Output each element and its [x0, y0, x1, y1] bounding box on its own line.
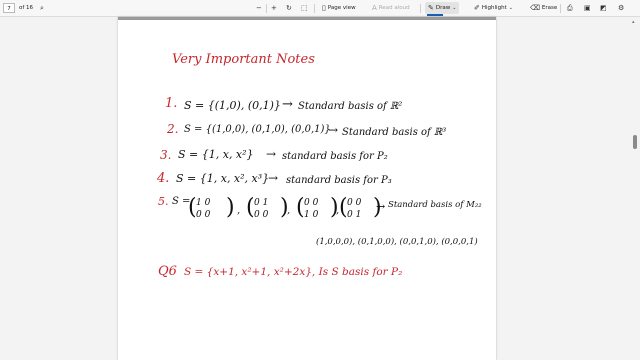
item-description: Standard basis of ℝ² [298, 101, 403, 112]
highlight-icon: ✐ [474, 4, 480, 12]
arrow-icon: → [282, 97, 293, 112]
vertical-scrollbar[interactable]: ▴ [630, 17, 640, 360]
item-set: S = {1, x, x²} [178, 148, 254, 161]
item-number: 5. [158, 195, 169, 208]
read-aloud-label: Read aloud [378, 5, 410, 11]
erase-icon: ⌫ [530, 4, 540, 12]
item-number: 2. [167, 122, 179, 136]
matrix-e21: ( 0 0 1 0 ) [296, 195, 339, 221]
page-view-icon: ▯ [322, 4, 326, 12]
item-description: Standard basis of M₂₂ [388, 200, 482, 210]
save-icon: ▣ [584, 4, 591, 12]
matrix-e12: ( 0 1 0 0 ) [246, 195, 289, 221]
zoom-in-button[interactable]: + [271, 2, 277, 14]
toolbar-divider [266, 4, 267, 13]
previous-page-edge [118, 17, 496, 20]
question-label: Q6 [158, 264, 177, 279]
erase-button[interactable]: ⌫ Erase [530, 2, 557, 14]
page-number-input[interactable]: 7 [3, 3, 15, 13]
highlight-label: Highlight [481, 5, 507, 11]
rotate-icon: ↻ [286, 4, 292, 12]
draw-label: Draw [435, 5, 451, 11]
pdf-page [118, 17, 496, 360]
scroll-up-icon[interactable]: ▴ [632, 19, 635, 25]
read-aloud-icon: A [372, 4, 377, 12]
rotate-button[interactable]: ↻ [286, 2, 292, 14]
item-number: 4. [157, 171, 170, 186]
chevron-down-icon[interactable]: ⌄ [452, 2, 456, 14]
arrow-icon: → [268, 171, 279, 185]
page-view-label: Page view [327, 5, 356, 11]
page-count-label: of 16 [19, 5, 34, 11]
save-as-button[interactable]: ◩ [600, 2, 607, 14]
notes-title: Very Important Notes [172, 52, 315, 67]
toolbar-divider [420, 4, 421, 13]
arrow-icon: → [376, 200, 386, 213]
item-description: standard basis for P₃ [286, 175, 392, 186]
item-set: S = {(1,0), (0,1)} [184, 99, 281, 112]
settings-icon: ⚙ [618, 4, 625, 12]
page-view-button[interactable]: ▯ Page view [322, 2, 356, 14]
separator-comma: , [237, 205, 241, 216]
plus-icon: + [271, 4, 277, 12]
zoom-out-button[interactable]: − [256, 2, 262, 14]
item-number: 3. [160, 148, 172, 162]
matrix-tuples: (1,0,0,0), (0,1,0,0), (0,0,1,0), (0,0,0,… [316, 237, 478, 247]
print-button[interactable]: ⎙ [567, 2, 573, 14]
scrollbar-thumb[interactable] [633, 135, 637, 149]
print-icon: ⎙ [567, 4, 573, 12]
minus-icon: − [256, 4, 262, 12]
separator-comma: , [287, 205, 291, 216]
page-count: of 16 [19, 2, 33, 14]
item-set: S = {(1,0,0), (0,1,0), (0,0,1)} [184, 124, 331, 135]
toolbar-divider [560, 4, 561, 13]
item-number: 1. [165, 96, 178, 111]
arrow-icon: → [328, 123, 339, 137]
read-aloud-button[interactable]: A Read aloud [372, 2, 410, 14]
draw-icon: ✎ [428, 4, 434, 12]
matrix-e11: ( 1 0 0 0 ) [188, 195, 235, 221]
question-text: S = {x+1, x²+1, x²+2x}, Is S basis for P… [184, 266, 403, 278]
item-description: standard basis for P₂ [282, 151, 388, 162]
matrix-e22: ( 0 0 0 1 ) [339, 195, 382, 221]
save-button[interactable]: ▣ [584, 2, 591, 14]
fit-page-icon: ⬚ [301, 4, 308, 12]
erase-label: Erase [541, 5, 558, 11]
save-as-icon: ◩ [600, 4, 607, 12]
item-set: S = {1, x, x², x³} [176, 172, 270, 185]
settings-button[interactable]: ⚙ [618, 2, 624, 14]
highlight-button[interactable]: ✐ Highlight ⌄ [474, 2, 513, 14]
pdf-toolbar: 7 of 16 ⌕ − + ↻ ⬚ ▯ Page view A Read aloud… [0, 0, 640, 17]
toolbar-divider [314, 4, 315, 13]
arrow-icon: → [266, 147, 277, 161]
item-description: Standard basis of ℝ³ [342, 127, 447, 138]
draw-color-indicator [427, 14, 443, 16]
chevron-down-icon[interactable]: ⌄ [509, 2, 513, 14]
fit-page-button[interactable]: ⬚ [301, 2, 308, 14]
draw-button[interactable]: ✎ Draw ⌄ [425, 2, 460, 14]
search-button[interactable]: ⌕ [40, 2, 44, 14]
search-icon: ⌕ [40, 4, 44, 12]
